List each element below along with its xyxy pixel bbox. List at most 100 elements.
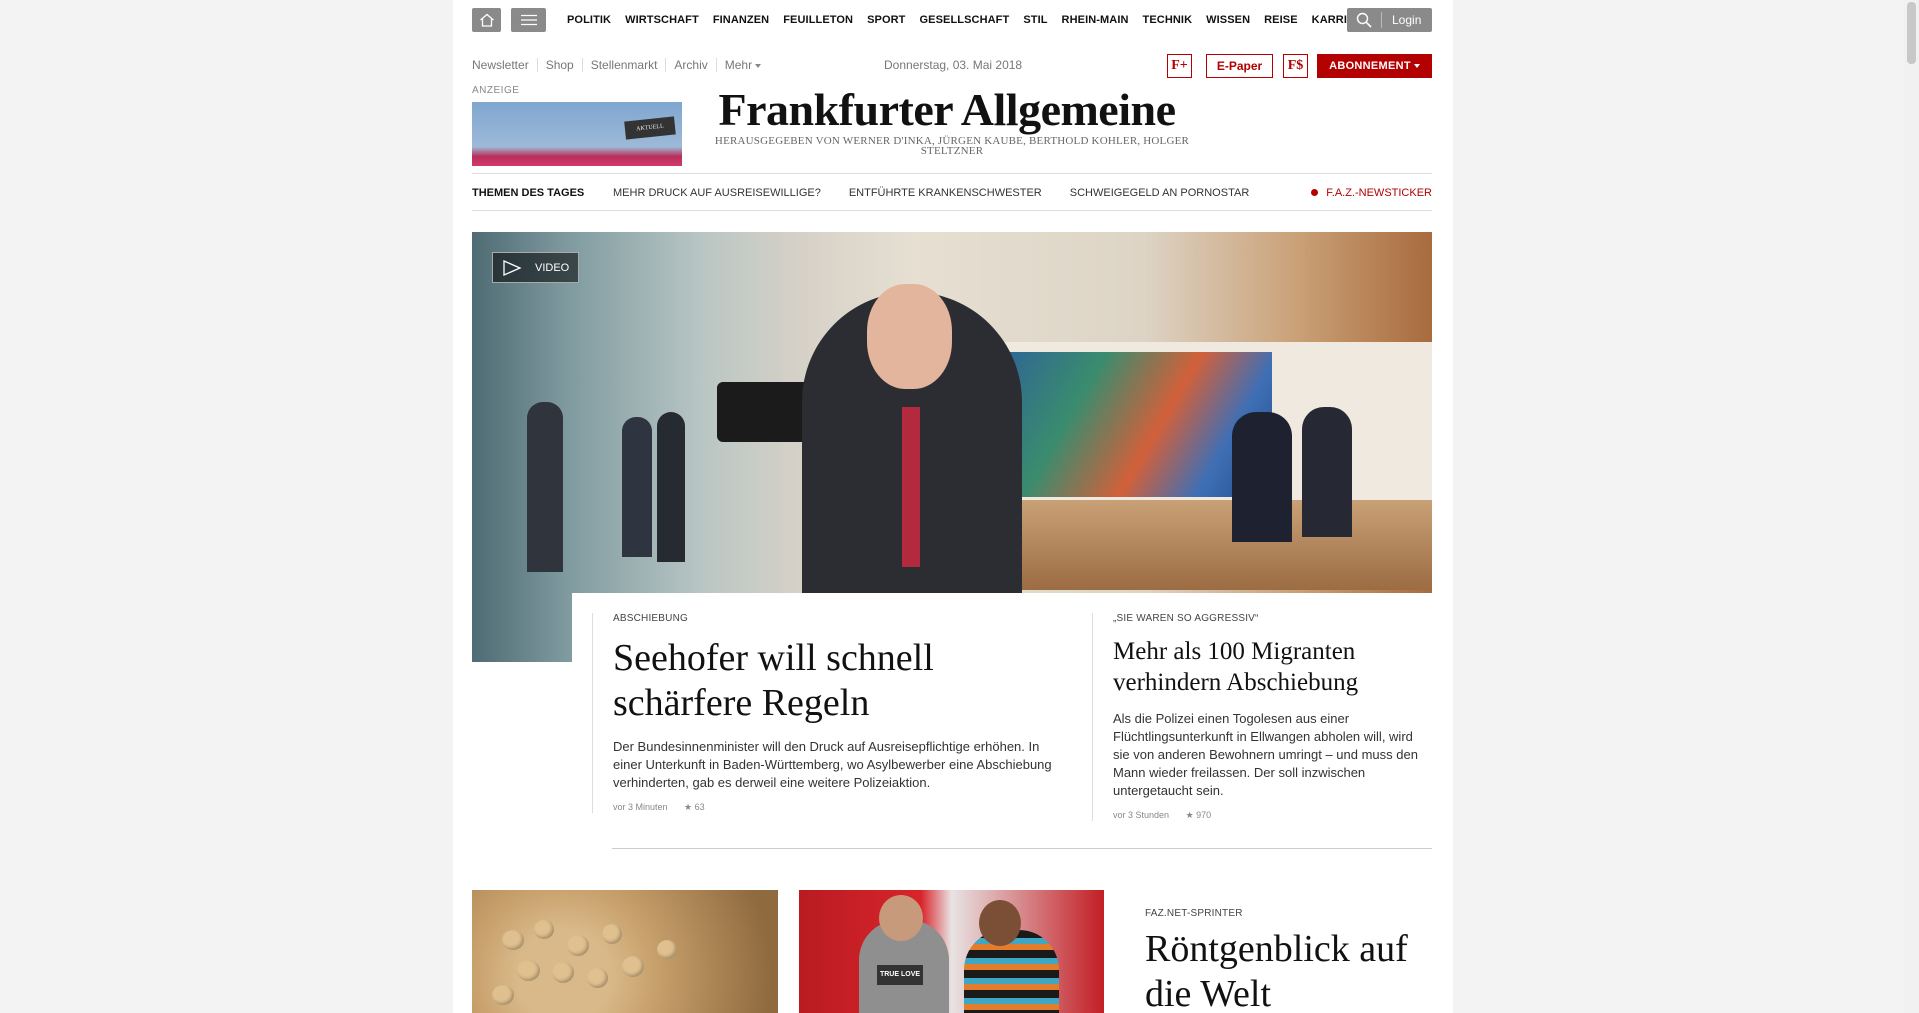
- star-icon: ★: [684, 802, 693, 812]
- article-meta: vor 3 Minuten ★ 63: [613, 802, 1052, 813]
- nav-item-sport[interactable]: SPORT: [867, 14, 905, 26]
- chevron-down-icon: [1413, 64, 1420, 69]
- teaser-figure-head: [979, 900, 1021, 946]
- scrollbar-thumb[interactable]: [1907, 2, 1916, 64]
- nav-item-technik[interactable]: TECHNIK: [1143, 14, 1193, 26]
- newsletter-link[interactable]: Newsletter: [472, 58, 537, 72]
- hero-person-head: [867, 284, 952, 389]
- hero-figure: [622, 417, 652, 557]
- hero-person-tie: [902, 407, 920, 567]
- nav-item-reise[interactable]: REISE: [1264, 14, 1298, 26]
- page: POLITIK WIRTSCHAFT FINANZEN FEUILLETON S…: [453, 0, 1453, 1013]
- video-label: VIDEO: [535, 262, 570, 274]
- mehr-dropdown[interactable]: Mehr: [715, 58, 769, 72]
- hero-figure: [527, 402, 563, 572]
- bean: [657, 940, 677, 959]
- themen-item[interactable]: MEHR DRUCK AUF AUSREISEWILLIGE?: [613, 187, 821, 199]
- article-time: vor 3 Minuten: [613, 802, 668, 812]
- article-stars: 970: [1196, 810, 1212, 820]
- sprinter-article[interactable]: FAZ.NET-SPRINTER Röntgenblick auf die We…: [1145, 908, 1432, 1013]
- side-article[interactable]: „SIE WAREN SO AGGRESSIV“ Mehr als 100 Mi…: [1092, 613, 1432, 821]
- teaser-figure: [964, 930, 1059, 1013]
- nav-item-feuilleton[interactable]: FEUILLETON: [783, 14, 853, 26]
- play-icon: [503, 260, 522, 276]
- star-icon: ★: [1185, 810, 1194, 820]
- faz-dollar-button[interactable]: F$: [1283, 54, 1308, 78]
- faz-plus-button[interactable]: F+: [1167, 54, 1192, 78]
- bean: [502, 930, 524, 950]
- utility-links: Newsletter Shop Stellenmarkt Archiv Mehr: [472, 58, 769, 72]
- epaper-button[interactable]: E-Paper: [1206, 54, 1273, 78]
- top-navigation: POLITIK WIRTSCHAFT FINANZEN FEUILLETON S…: [472, 8, 1432, 32]
- themen-items: MEHR DRUCK AUF AUSREISEWILLIGE? ENTFÜHRT…: [613, 187, 1249, 199]
- page-scrollbar[interactable]: [1904, 0, 1919, 1013]
- themen-bar: THEMEN DES TAGES MEHR DRUCK AUF AUSREISE…: [472, 173, 1432, 211]
- bean: [587, 968, 608, 988]
- chevron-down-icon: [755, 63, 762, 68]
- nav-item-rhein-main[interactable]: RHEIN-MAIN: [1062, 14, 1129, 26]
- teaser-image-tv-show[interactable]: TRUE LOVE: [799, 890, 1104, 1013]
- bean: [492, 985, 514, 1005]
- shirt-print: TRUE LOVE: [877, 965, 923, 985]
- nav-item-politik[interactable]: POLITIK: [567, 14, 611, 26]
- teaser-image-soybeans[interactable]: [472, 890, 778, 1013]
- hero-figure: [1302, 407, 1352, 537]
- hero-figure: [1232, 412, 1292, 542]
- home-icon: [479, 13, 494, 27]
- login-label[interactable]: Login: [1392, 13, 1421, 27]
- nav-item-wirtschaft[interactable]: WIRTSCHAFT: [625, 14, 699, 26]
- ad-label: ANZEIGE: [472, 85, 520, 96]
- article-time: vor 3 Stunden: [1113, 810, 1170, 820]
- search-icon[interactable]: [1356, 12, 1372, 28]
- section-nav: POLITIK WIRTSCHAFT FINANZEN FEUILLETON S…: [567, 14, 1370, 26]
- article-teaser: Der Bundesinnenminister will den Druck a…: [613, 739, 1052, 790]
- newsticker-label: F.A.Z.-NEWSTICKER: [1326, 187, 1432, 199]
- bean: [552, 962, 574, 983]
- nav-item-wissen[interactable]: WISSEN: [1206, 14, 1250, 26]
- hero-figure: [657, 412, 685, 562]
- article-kicker: „SIE WAREN SO AGGRESSIV“: [1113, 613, 1259, 624]
- ad-badge: AKTUELL: [624, 116, 676, 140]
- shop-link[interactable]: Shop: [536, 58, 582, 72]
- bean: [517, 960, 540, 981]
- article-headline[interactable]: Mehr als 100 Migranten verhindern Abschi…: [1113, 636, 1432, 698]
- nav-item-gesellschaft[interactable]: GESELLSCHAFT: [920, 14, 1010, 26]
- article-teaser: Als die Polizei einen Togolesen aus eine…: [1113, 711, 1418, 798]
- stellenmarkt-link[interactable]: Stellenmarkt: [581, 58, 666, 72]
- bean: [602, 924, 622, 944]
- abonnement-label: ABONNEMENT: [1329, 60, 1411, 72]
- article-stars: 63: [694, 802, 705, 812]
- themen-item[interactable]: ENTFÜHRTE KRANKENSCHWESTER: [849, 187, 1042, 199]
- lead-article[interactable]: ABSCHIEBUNG Seehofer will schnell schärf…: [592, 613, 1052, 813]
- nav-item-finanzen[interactable]: FINANZEN: [713, 14, 769, 26]
- newsticker-link[interactable]: F.A.Z.-NEWSTICKER: [1311, 187, 1432, 199]
- ad-banner[interactable]: AKTUELL: [472, 102, 682, 166]
- bean: [622, 956, 644, 977]
- mehr-label: Mehr: [724, 58, 753, 72]
- divider: [1381, 12, 1382, 28]
- article-kicker: FAZ.NET-SPRINTER: [1145, 908, 1243, 919]
- site-logo[interactable]: Frankfurter Allgemeine: [702, 84, 1192, 136]
- article-headline[interactable]: Seehofer will schnell schärfere Regeln: [613, 636, 1052, 726]
- themen-item[interactable]: SCHWEIGEGELD AN PORNOSTAR: [1070, 187, 1250, 199]
- search-login-button[interactable]: Login: [1347, 8, 1432, 32]
- current-date: Donnerstag, 03. Mai 2018: [884, 58, 1023, 72]
- divider: [612, 848, 1432, 849]
- live-dot-icon: [1311, 189, 1319, 196]
- abonnement-button[interactable]: ABONNEMENT: [1317, 54, 1432, 78]
- hero-table: [992, 500, 1432, 590]
- video-badge[interactable]: VIDEO: [492, 252, 579, 283]
- hero-card: ABSCHIEBUNG Seehofer will schnell schärf…: [572, 593, 1432, 863]
- archiv-link[interactable]: Archiv: [665, 58, 715, 72]
- article-meta: vor 3 Stunden ★ 970: [1113, 810, 1432, 821]
- themen-title: THEMEN DES TAGES: [472, 187, 585, 199]
- masthead-tagline: HERAUSGEGEBEN VON WERNER D'INKA, JÜRGEN …: [714, 135, 1190, 157]
- teaser-figure-head: [879, 895, 923, 941]
- article-headline[interactable]: Röntgenblick auf die Welt: [1145, 927, 1432, 1013]
- bean: [567, 935, 589, 956]
- nav-item-stil[interactable]: STIL: [1023, 14, 1047, 26]
- home-button[interactable]: [472, 8, 501, 32]
- hamburger-icon: [520, 14, 537, 26]
- article-kicker: ABSCHIEBUNG: [613, 613, 688, 624]
- menu-button[interactable]: [511, 8, 546, 32]
